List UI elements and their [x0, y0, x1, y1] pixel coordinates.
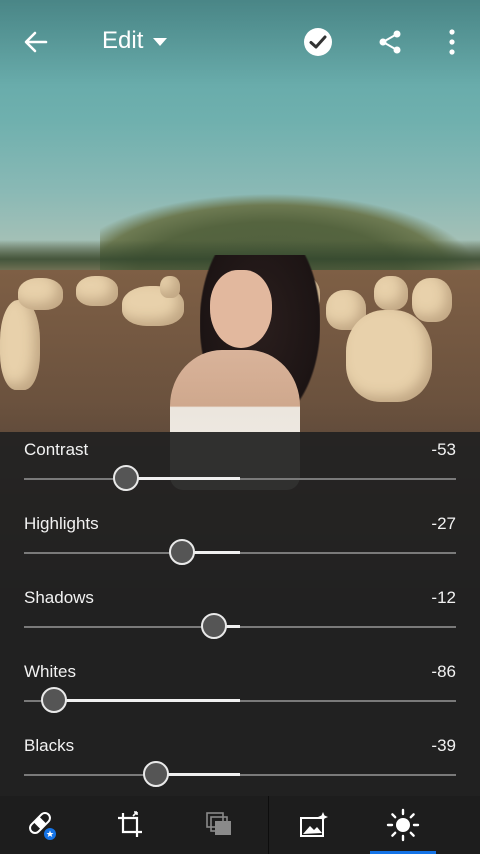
tool-presets[interactable] — [185, 796, 255, 854]
person-face — [210, 270, 272, 348]
sheep — [412, 278, 452, 322]
chevron-down-icon — [153, 38, 168, 46]
slider-thumb[interactable] — [201, 613, 228, 639]
sheep — [346, 310, 432, 402]
confirm-button[interactable] — [296, 20, 340, 64]
sheep — [0, 300, 40, 390]
sheep — [76, 276, 118, 306]
sheep — [374, 276, 408, 310]
page-title: Edit — [102, 27, 144, 54]
slider-value: -86 — [431, 662, 456, 681]
slider-value: -27 — [431, 514, 456, 533]
slider-fill — [125, 477, 240, 480]
slider-thumb[interactable] — [41, 687, 68, 713]
slider-thumb[interactable] — [142, 761, 169, 787]
slider-label: Contrast — [24, 440, 89, 459]
share-icon — [379, 30, 401, 54]
slider-track[interactable] — [24, 774, 456, 776]
toolbar-divider — [268, 796, 269, 854]
slider-track[interactable] — [24, 552, 456, 554]
presets-icon — [206, 812, 231, 835]
tool-auto[interactable] — [278, 796, 348, 854]
slider-blacks: Blacks -39 — [24, 728, 456, 802]
back-arrow-icon — [24, 31, 48, 53]
sheep — [18, 278, 63, 310]
slider-shadows: Shadows -12 — [24, 580, 456, 654]
slider-value: -12 — [431, 588, 456, 607]
auto-enhance-icon — [300, 812, 328, 837]
slider-value: -53 — [431, 440, 456, 459]
slider-label: Shadows — [24, 588, 94, 607]
slider-fill — [54, 699, 240, 702]
edit-mode-dropdown[interactable]: Edit — [102, 27, 168, 55]
share-button[interactable] — [368, 20, 412, 64]
tool-crop[interactable] — [95, 796, 165, 854]
slider-track[interactable] — [24, 478, 456, 480]
bandage-icon — [29, 812, 56, 840]
slider-label: Blacks — [24, 736, 75, 755]
slider-contrast: Contrast -53 — [24, 432, 456, 506]
slider-whites: Whites -86 — [24, 654, 456, 728]
tool-healing[interactable] — [7, 796, 77, 854]
more-vertical-icon — [449, 29, 455, 55]
more-options-button[interactable] — [430, 20, 474, 64]
light-adjustments-panel: Contrast -53 Highlights -27 Shadows -12 … — [0, 432, 480, 796]
crop-icon — [118, 811, 142, 837]
tool-light[interactable] — [368, 796, 438, 854]
top-bar: Edit — [0, 0, 480, 86]
slider-track[interactable] — [24, 626, 456, 628]
bottom-toolbar — [0, 796, 480, 854]
slider-label: Whites — [24, 662, 76, 681]
slider-value: -39 — [431, 736, 456, 755]
checkmark-icon — [304, 28, 332, 56]
slider-thumb[interactable] — [168, 539, 195, 565]
slider-thumb[interactable] — [112, 465, 139, 491]
sheep — [160, 276, 180, 298]
slider-highlights: Highlights -27 — [24, 506, 456, 580]
slider-label: Highlights — [24, 514, 99, 533]
sun-icon — [386, 808, 420, 842]
back-button[interactable] — [14, 20, 58, 64]
